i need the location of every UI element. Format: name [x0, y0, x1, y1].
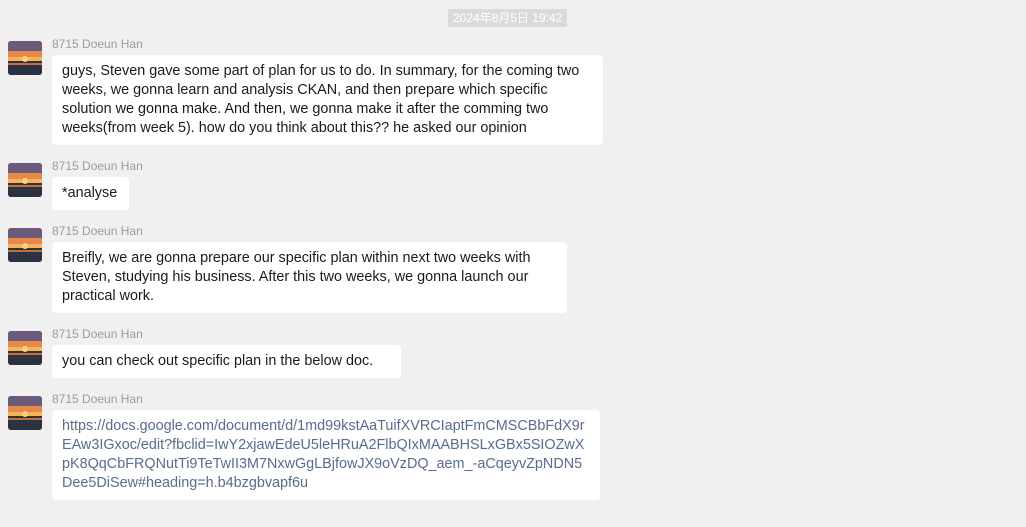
- message-bubble[interactable]: Breifly, we are gonna prepare our specif…: [52, 242, 567, 313]
- avatar[interactable]: [8, 41, 42, 75]
- sender-name: 8715 Doeun Han: [52, 37, 143, 51]
- sunset-avatar-icon: [8, 41, 42, 75]
- sender-name: 8715 Doeun Han: [52, 327, 143, 341]
- sunset-avatar-icon: [8, 163, 42, 197]
- message-link-bubble[interactable]: https://docs.google.com/document/d/1md99…: [52, 410, 600, 500]
- avatar[interactable]: [8, 228, 42, 262]
- message-bubble[interactable]: *analyse: [52, 177, 129, 210]
- message-bubble[interactable]: guys, Steven gave some part of plan for …: [52, 55, 603, 145]
- chat-panel: 2024年8月5日 19:42 8715 Doeun Han guys, Ste…: [0, 0, 1026, 527]
- avatar[interactable]: [8, 163, 42, 197]
- message-timestamp: 2024年8月5日 19:42: [448, 9, 568, 27]
- sender-name: 8715 Doeun Han: [52, 392, 143, 406]
- sunset-avatar-icon: [8, 331, 42, 365]
- sender-name: 8715 Doeun Han: [52, 224, 143, 238]
- sender-name: 8715 Doeun Han: [52, 159, 143, 173]
- avatar[interactable]: [8, 396, 42, 430]
- sunset-avatar-icon: [8, 396, 42, 430]
- sunset-avatar-icon: [8, 228, 42, 262]
- avatar[interactable]: [8, 331, 42, 365]
- message-bubble[interactable]: you can check out specific plan in the b…: [52, 345, 401, 378]
